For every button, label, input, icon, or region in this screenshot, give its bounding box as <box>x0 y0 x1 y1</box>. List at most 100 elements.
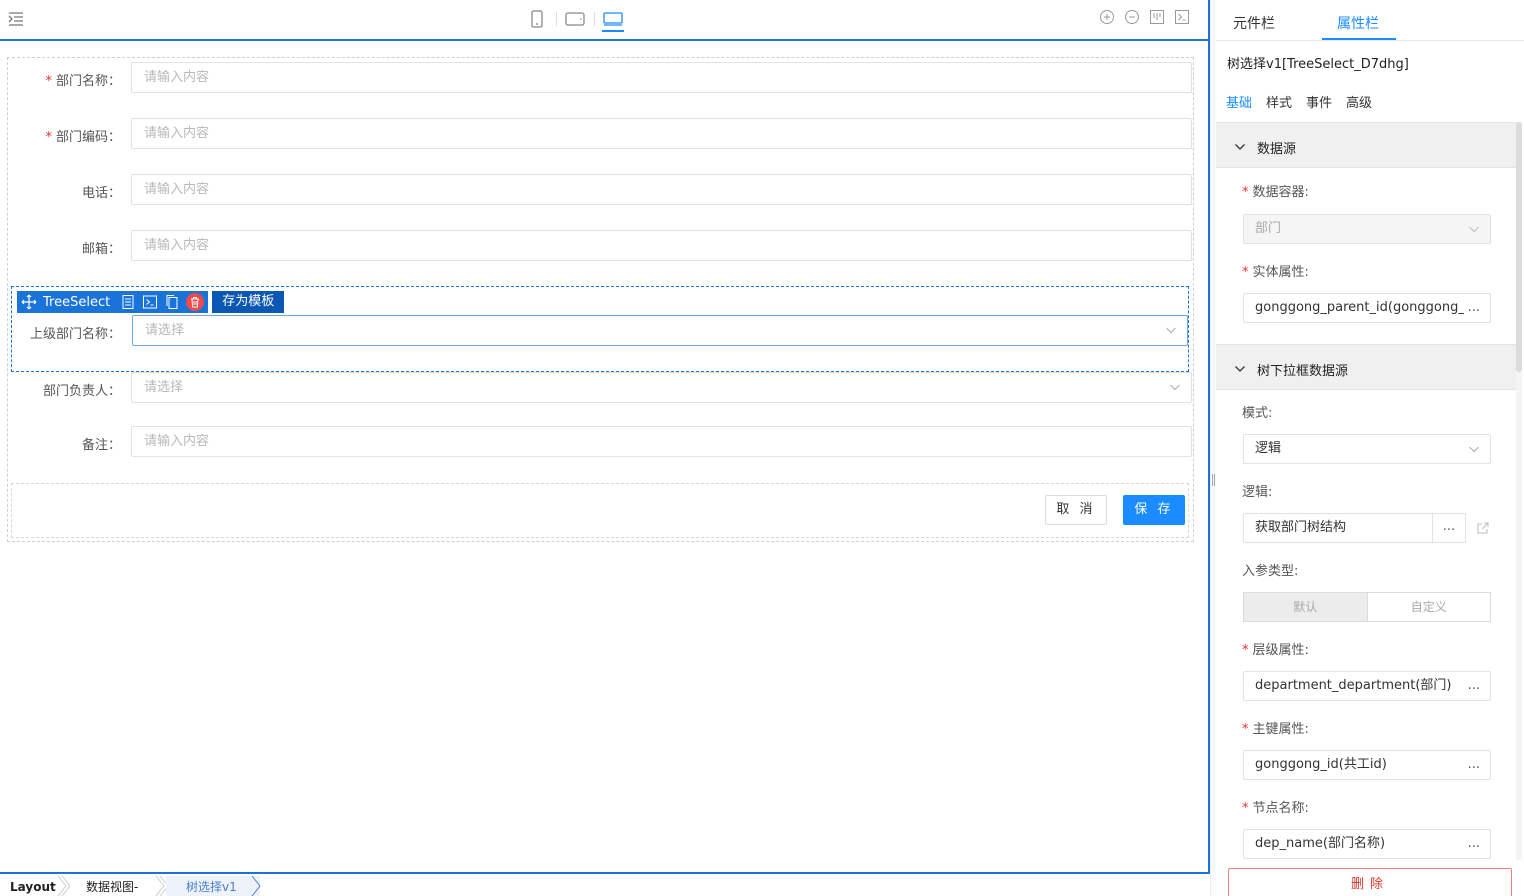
chevron-down-icon <box>1235 144 1245 150</box>
subtab-basic[interactable]: 基础 <box>1226 92 1252 111</box>
param-type-toggle[interactable]: 默认 自定义 <box>1243 592 1491 622</box>
email-input[interactable]: 请输入内容 <box>131 230 1192 261</box>
subtab-events[interactable]: 事件 <box>1306 92 1332 111</box>
device-desktop-button[interactable] <box>594 6 632 32</box>
delete-component-button[interactable] <box>186 293 205 311</box>
phone-input[interactable]: 请输入内容 <box>131 174 1192 205</box>
section-tree-datasource-body: 模式: 逻辑 逻辑: 获取部门树结构 ... 入参类型: 默认 自定义 * 层级属… <box>1216 390 1516 860</box>
form-field-remark[interactable]: 备注： 请输入内容 <box>7 422 1194 462</box>
chevron-right-icon <box>251 876 261 896</box>
ellipsis-icon[interactable]: ... <box>1463 672 1480 700</box>
document-icon[interactable] <box>120 294 136 310</box>
desktop-icon <box>603 12 623 26</box>
component-type-label: TreeSelect <box>43 294 111 310</box>
logic-picker-button[interactable]: ... <box>1432 513 1466 543</box>
form-field-parent-dept[interactable]: 上级部门名称： 请选择 <box>7 314 1189 348</box>
app-root: * 部门名称： 请输入内容 * 部门编码： 请输入内容 电话： 请输入内容 邮箱： … <box>0 0 1524 896</box>
level-label: * 层级属性: <box>1242 643 1309 658</box>
parent-dept-select[interactable]: 请选择 <box>132 315 1188 346</box>
param-type-custom[interactable]: 自定义 <box>1368 593 1491 621</box>
dept-code-input[interactable]: 请输入内容 <box>131 118 1192 149</box>
param-type-label: 入参类型: <box>1242 564 1299 579</box>
pk-attribute-field[interactable]: gonggong_id(共工id) ... <box>1243 750 1491 780</box>
param-type-default[interactable]: 默认 <box>1244 593 1368 621</box>
form-field-dept-name[interactable]: * 部门名称： 请输入内容 <box>7 57 1194 109</box>
phone-icon <box>531 10 543 28</box>
property-scroll-area[interactable]: 数据源 * 数据容器: 部门 * 实体属性: gonggong_parent_id(… <box>1216 122 1516 860</box>
trash-icon <box>191 297 200 308</box>
subtab-style[interactable]: 样式 <box>1266 92 1292 111</box>
chevron-down-icon <box>1166 327 1176 334</box>
cancel-button[interactable]: 取 消 <box>1045 495 1107 525</box>
design-canvas: * 部门名称： 请输入内容 * 部门编码： 请输入内容 电话： 请输入内容 邮箱： … <box>0 0 1210 874</box>
layout-icon[interactable] <box>1149 9 1165 25</box>
active-tab-indicator <box>1322 38 1396 40</box>
ellipsis-icon[interactable]: ... <box>1463 294 1480 322</box>
external-link-icon[interactable] <box>1476 521 1490 535</box>
ellipsis-icon[interactable]: ... <box>1463 830 1480 858</box>
tablet-icon <box>565 12 585 26</box>
canvas-tools <box>1099 9 1190 25</box>
delete-button[interactable]: 删除 <box>1228 868 1512 896</box>
dept-name-input[interactable]: 请输入内容 <box>131 62 1192 93</box>
container-label: * 数据容器: <box>1242 185 1309 200</box>
save-as-template-button[interactable]: 存为模板 <box>212 291 285 313</box>
property-panel: 元件栏 属性栏 树选择v1[TreeSelect_D7dhg] 基础 样式 事件… <box>1216 0 1524 896</box>
section-datasource-body: * 数据容器: 部门 * 实体属性: gonggong_parent_id(gong… <box>1216 168 1516 344</box>
node-name-field[interactable]: dep_name(部门名称) ... <box>1243 829 1491 859</box>
entity-attribute-field[interactable]: gonggong_parent_id(gonggong_pa ... <box>1243 293 1491 323</box>
zoom-out-icon[interactable] <box>1124 9 1140 25</box>
form-button-row[interactable]: 取 消 保 存 <box>11 483 1189 538</box>
section-title: 树下拉框数据源 <box>1257 364 1349 379</box>
device-phone-button[interactable] <box>518 6 556 32</box>
device-tablet-button[interactable] <box>556 6 594 32</box>
form-field-dept-leader[interactable]: 部门负责人： 请选择 <box>7 370 1194 410</box>
component-title: 树选择v1[TreeSelect_D7dhg] <box>1227 57 1409 72</box>
dept-leader-select[interactable]: 请选择 <box>131 372 1192 403</box>
remark-input[interactable]: 请输入内容 <box>131 426 1192 457</box>
device-switcher <box>518 6 632 32</box>
component-toolbar: TreeSelect 存为模板 <box>17 291 285 313</box>
logic-field[interactable]: 获取部门树结构 <box>1243 513 1433 543</box>
data-container-select: 部门 <box>1243 214 1491 244</box>
section-datasource-header[interactable]: 数据源 <box>1216 122 1516 168</box>
chevron-down-icon <box>1469 446 1479 453</box>
form-field-email[interactable]: 邮箱： 请输入内容 <box>7 225 1194 277</box>
drag-handle-icon[interactable] <box>1212 474 1215 486</box>
section-title: 数据源 <box>1257 142 1297 157</box>
logic-label: 逻辑: <box>1242 485 1273 500</box>
zoom-in-icon[interactable] <box>1099 9 1115 25</box>
section-tree-datasource-header[interactable]: 树下拉框数据源 <box>1216 344 1516 390</box>
ellipsis-icon[interactable]: ... <box>1463 751 1480 779</box>
breadcrumb-item-layout[interactable]: Layout <box>0 876 70 896</box>
field-label: 邮箱： <box>81 242 121 257</box>
panel-scrollbar-thumb[interactable] <box>1516 122 1522 372</box>
breadcrumb-item-treeselect[interactable]: 树选择v1 <box>166 876 261 896</box>
copy-icon[interactable] <box>164 294 180 310</box>
chevron-down-icon <box>1469 226 1479 233</box>
form-field-dept-code[interactable]: * 部门编码： 请输入内容 <box>7 113 1194 165</box>
tab-properties[interactable]: 属性栏 <box>1337 13 1379 33</box>
move-icon[interactable] <box>21 294 37 310</box>
subtab-advanced[interactable]: 高级 <box>1346 92 1372 111</box>
mode-label: 模式: <box>1242 406 1273 421</box>
save-button[interactable]: 保 存 <box>1123 495 1185 525</box>
code-icon[interactable] <box>1174 9 1190 25</box>
component-toolbar-actions: TreeSelect <box>17 291 209 313</box>
canvas-toolbar <box>0 0 1208 41</box>
field-label: 部门负责人： <box>42 384 121 399</box>
field-label: 备注： <box>81 438 121 453</box>
entity-label: * 实体属性: <box>1242 265 1309 280</box>
list-indent-icon[interactable] <box>8 12 24 26</box>
mode-select[interactable]: 逻辑 <box>1243 434 1491 464</box>
field-label: 上级部门名称： <box>29 327 121 342</box>
pk-label: * 主键属性: <box>1242 722 1309 737</box>
form-field-phone[interactable]: 电话： 请输入内容 <box>7 169 1194 221</box>
code-icon[interactable] <box>142 294 158 310</box>
property-subtabs: 基础 样式 事件 高级 <box>1226 92 1372 111</box>
node-name-label: * 节点名称: <box>1242 801 1309 816</box>
tab-components[interactable]: 元件栏 <box>1233 13 1275 33</box>
breadcrumb-item-dataview[interactable]: 数据视图-v1 <box>68 876 168 896</box>
breadcrumb: Layout 数据视图-v1 树选择v1 <box>0 876 1210 896</box>
level-attribute-field[interactable]: department_department(部门) ... <box>1243 671 1491 701</box>
